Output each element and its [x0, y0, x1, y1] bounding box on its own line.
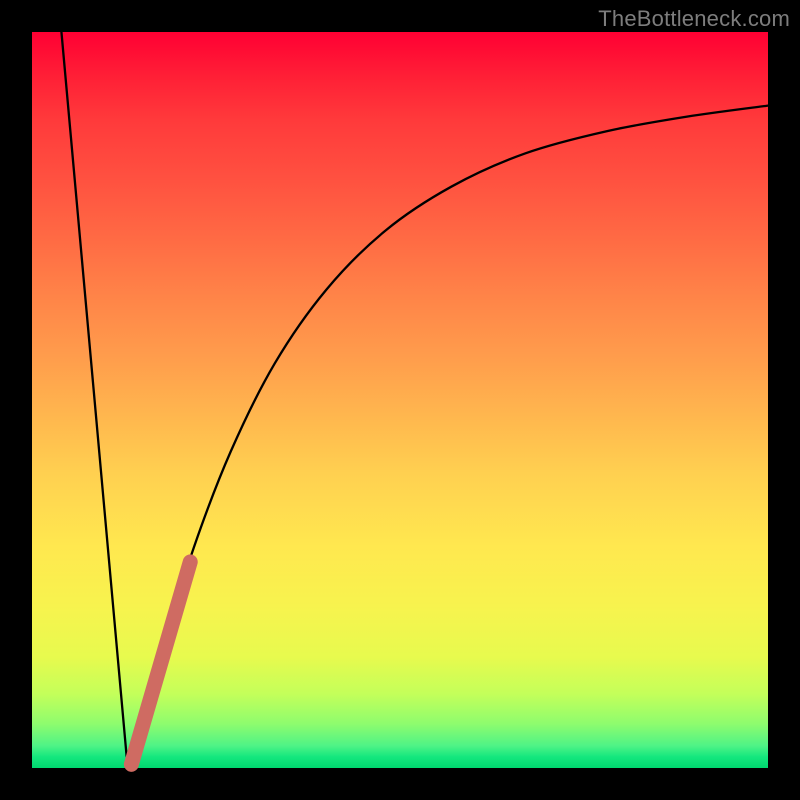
chart-series-right-rising-curve [128, 106, 768, 768]
chart-frame: TheBottleneck.com [0, 0, 800, 800]
watermark-text: TheBottleneck.com [598, 6, 790, 32]
chart-series-highlighted-segment [131, 562, 190, 764]
chart-svg [32, 32, 768, 768]
chart-plot-area [32, 32, 768, 768]
chart-series-left-falling-line [61, 32, 127, 768]
